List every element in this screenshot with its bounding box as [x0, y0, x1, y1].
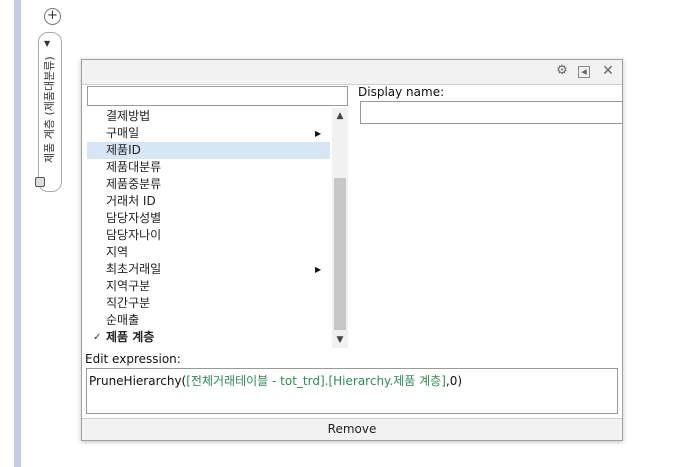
list-item-label: 결제방법: [106, 109, 151, 123]
list-item-label: 제품 계층: [106, 330, 155, 344]
list-item-label: 제품ID: [106, 143, 141, 157]
list-item-label: 지역: [106, 245, 129, 259]
dialog-titlebar: ⚙ ◂ ✕: [82, 60, 622, 85]
display-name-input[interactable]: [360, 101, 623, 124]
list-item-label: 담당자성별: [106, 211, 162, 225]
list-item-label: 제품중분류: [106, 177, 162, 191]
resize-handle[interactable]: [35, 177, 45, 187]
list-scrollbar[interactable]: ▲ ▼: [332, 108, 348, 348]
list-item-label: 거래처 ID: [106, 194, 156, 208]
display-name-label: Display name:: [358, 85, 445, 99]
custom-expression-dialog: ⚙ ◂ ✕ 결제방법구매일 ▶ 제품ID 제품대분류제품중분류거래처 ID 담당자성별담…: [81, 59, 623, 441]
list-item[interactable]: 제품중분류: [87, 176, 330, 193]
list-item[interactable]: 구매일 ▶: [87, 125, 330, 142]
expression-function-open: PruneHierarchy(: [89, 374, 187, 388]
list-item[interactable]: 지역구분: [87, 278, 330, 295]
axis-vertical-label: 제품 계층 (제품대분류): [43, 56, 56, 163]
list-item[interactable]: 순매출: [87, 312, 330, 329]
list-item-label: 최초거래일: [106, 262, 162, 276]
list-item[interactable]: 제품ID: [87, 142, 330, 159]
submenu-arrow-icon: ▶: [315, 129, 322, 138]
list-item[interactable]: ✓ 제품 계층: [87, 329, 330, 346]
list-item[interactable]: 직간구분: [87, 295, 330, 312]
close-icon[interactable]: ✕: [601, 64, 615, 78]
left-edge-bar: [14, 0, 21, 467]
plus-icon[interactable]: +: [44, 8, 61, 25]
submenu-arrow-icon: ▶: [315, 265, 322, 274]
scroll-thumb[interactable]: [334, 178, 346, 330]
gear-icon[interactable]: ⚙: [555, 64, 569, 78]
remove-button[interactable]: Remove: [82, 418, 622, 440]
checkmark-icon: ✓: [93, 332, 102, 343]
edit-expression-label: Edit expression:: [85, 352, 181, 366]
list-item-label: 구매일: [106, 126, 140, 140]
list-item[interactable]: 담당자성별: [87, 210, 330, 227]
list-item-label: 담당자나이: [106, 228, 162, 242]
hierarchy-axis-pill[interactable]: ▼ 제품 계층 (제품대분류): [38, 32, 62, 192]
column-list: 결제방법구매일 ▶ 제품ID 제품대분류제품중분류거래처 ID 담당자성별담당자나이지역…: [87, 108, 330, 346]
scroll-down-icon[interactable]: ▼: [332, 332, 348, 348]
list-item[interactable]: 거래처 ID: [87, 193, 330, 210]
expression-column-ref: [전체거래테이블 - tot_trd].[Hierarchy.제품 계층]: [186, 374, 446, 388]
list-item[interactable]: 담당자나이: [87, 227, 330, 244]
expression-function-close: ,0): [445, 374, 463, 388]
list-item-label: 직간구분: [106, 296, 151, 310]
scroll-up-icon[interactable]: ▲: [332, 108, 348, 124]
list-item[interactable]: 결제방법: [87, 108, 330, 125]
column-search-input[interactable]: [87, 86, 348, 106]
list-item-label: 지역구분: [106, 279, 151, 293]
list-item-label: 제품대분류: [106, 160, 162, 174]
expression-text: PruneHierarchy([전체거래테이블 - tot_trd].[Hier…: [89, 372, 462, 389]
expression-editor[interactable]: PruneHierarchy([전체거래테이블 - tot_trd].[Hier…: [86, 368, 618, 414]
list-item[interactable]: 지역: [87, 244, 330, 261]
restore-window-icon[interactable]: ◂: [578, 66, 590, 78]
list-item-label: 순매출: [106, 313, 140, 327]
list-item[interactable]: 제품대분류: [87, 159, 330, 176]
list-item[interactable]: 최초거래일 ▶: [87, 261, 330, 278]
